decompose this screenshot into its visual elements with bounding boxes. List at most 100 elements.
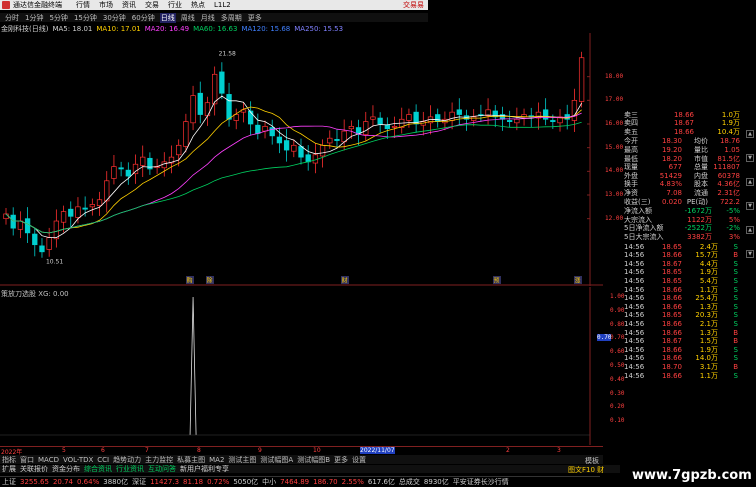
tab-welfare[interactable]: 新用户福利专享	[180, 464, 229, 474]
candlestick-chart[interactable]: 21.58 10.51 购 除 财 预 涨	[0, 33, 603, 286]
event-marker-label: 预	[494, 277, 500, 285]
period-tab-daily[interactable]: 日线	[159, 12, 176, 23]
quote-field-row: 收益(三) 0.020 PE(动) 722.2	[624, 197, 742, 206]
candle-body	[176, 144, 182, 156]
nav-item[interactable]: CCI	[97, 456, 109, 464]
tick-row-cell: 18.66	[661, 328, 682, 337]
side-icon[interactable]: ▼	[746, 250, 754, 258]
candle-body	[68, 208, 74, 217]
tick-row-cell: 14:56	[624, 276, 645, 285]
period-tab[interactable]: 分时	[4, 13, 20, 23]
tab-extend[interactable]: 扩展	[2, 464, 16, 474]
candle-body	[291, 144, 297, 152]
period-tab[interactable]: 30分钟	[102, 13, 127, 23]
nav-item[interactable]: 测试幅图B	[297, 455, 330, 465]
date-tick-label: 10	[313, 447, 321, 454]
tick-row-cell: 18.66	[661, 345, 682, 354]
candle-body	[578, 57, 585, 102]
period-tab[interactable]: 5分钟	[48, 13, 68, 23]
period-tab[interactable]: 月线	[200, 13, 216, 23]
candle-body	[276, 136, 283, 144]
money-flow-row-cell: 5日大宗流入	[624, 232, 664, 241]
high-price-mark: 21.58	[219, 50, 236, 57]
indicator-axis-label: 0.90	[610, 306, 625, 314]
tick-row-cell: B	[733, 251, 738, 260]
side-icon[interactable]: ▼	[746, 202, 754, 210]
event-marker-label: 购	[187, 277, 193, 285]
tick-row-cell: 14:56	[624, 337, 645, 346]
event-marker-label: 财	[342, 277, 348, 285]
tick-row-cell: B	[733, 328, 738, 337]
indicator-axis-label: 0.30	[610, 389, 625, 397]
tick-row-cell: 14:56	[624, 362, 645, 371]
candle-body	[406, 114, 412, 121]
nav-item[interactable]: 指标	[2, 455, 16, 465]
menu-bar: 通达信金融终端 行情 市场 资讯 交易 行业 热点 L1L2 交易易	[0, 0, 428, 10]
nav-item[interactable]: 测试主图	[228, 455, 256, 465]
side-icon[interactable]: ▼	[746, 154, 754, 162]
sh-label: 上证	[2, 478, 16, 486]
candle-body	[341, 130, 347, 143]
menu-item-news[interactable]: 资讯	[122, 0, 136, 10]
nav-item-settings[interactable]: 设置	[352, 455, 366, 465]
nav-item[interactable]: VOL-TDX	[63, 456, 93, 464]
indicator-axis-label: 0.70	[610, 334, 625, 342]
nav-item[interactable]: 更多	[334, 455, 348, 465]
tick-row-cell: 18.65	[661, 268, 682, 277]
period-tab[interactable]: 15分钟	[73, 13, 98, 23]
broker-label: 平安证券长沙行情	[452, 478, 509, 486]
ask-row-cell: 10.4万	[717, 127, 740, 136]
tab-related[interactable]: 关联报价	[20, 464, 48, 474]
tick-row-cell: S	[733, 294, 738, 303]
candle-body	[46, 237, 52, 250]
menu-item-l1l2[interactable]: L1L2	[214, 1, 231, 9]
candle-body	[212, 73, 218, 105]
tick-row-cell: 14:56	[624, 328, 645, 337]
side-icon[interactable]: ▲	[746, 178, 754, 186]
menu-item-quotes[interactable]: 行情	[76, 0, 90, 10]
menu-item-market[interactable]: 市场	[99, 0, 113, 10]
period-tab[interactable]: 60分钟	[131, 13, 156, 23]
date-tick-label: 9	[258, 447, 262, 454]
menu-item-trade[interactable]: 交易	[145, 0, 159, 10]
quote-field-row-cell: 4.83%	[659, 180, 682, 189]
side-icon[interactable]: ▲	[746, 130, 754, 138]
menu-item-hot[interactable]: 热点	[191, 0, 205, 10]
tick-row-cell: 14:56	[624, 354, 645, 363]
ma60-label: MA60: 16.63	[193, 24, 238, 33]
period-tab[interactable]: 1分钟	[24, 13, 44, 23]
nav-item[interactable]: 私募主图	[177, 455, 205, 465]
side-icon[interactable]: ▲	[746, 226, 754, 234]
menu-item-industry[interactable]: 行业	[168, 0, 182, 10]
candle-body	[60, 211, 67, 223]
quote-field-row-cell: 677	[668, 163, 682, 172]
tab-fund[interactable]: 资金分布	[52, 464, 80, 474]
candle-body	[132, 163, 139, 175]
stock-name-label: 金刚科技(日线)	[1, 24, 49, 33]
indicator-chart[interactable]	[0, 287, 603, 445]
candle-body	[571, 99, 578, 121]
nav-item[interactable]: MA2	[209, 456, 224, 464]
tick-row-cell: B	[733, 337, 738, 346]
nav-item[interactable]: 窗口	[20, 455, 34, 465]
period-tab[interactable]: 周线	[180, 13, 196, 23]
candle-body	[355, 127, 362, 134]
candle-body	[140, 156, 146, 166]
event-marker-label: 涨	[575, 277, 581, 285]
nav-item[interactable]: 趋势动力	[113, 455, 141, 465]
sz-pct: 0.72%	[207, 478, 230, 486]
tab-qa[interactable]: 互动问答	[148, 464, 176, 474]
ask-row-cell: 18.66	[673, 110, 694, 119]
nav-item[interactable]: MACD	[38, 456, 59, 464]
tab-news[interactable]: 综合资讯	[84, 464, 112, 474]
trade-link[interactable]: 交易易	[403, 0, 424, 10]
f10-link[interactable]: 图文F10 财	[568, 465, 604, 475]
nav-item[interactable]: 主力监控	[145, 455, 173, 465]
period-tab-more[interactable]: 更多	[247, 13, 263, 23]
date-tick-label: 3	[557, 447, 561, 454]
tick-row-cell: S	[733, 259, 738, 268]
period-tab[interactable]: 多周期	[220, 13, 243, 23]
money-flow-row-cell: 3382万	[687, 232, 712, 241]
nav-item[interactable]: 测试幅图A	[260, 455, 293, 465]
tab-industry-news[interactable]: 行业资讯	[116, 464, 144, 474]
